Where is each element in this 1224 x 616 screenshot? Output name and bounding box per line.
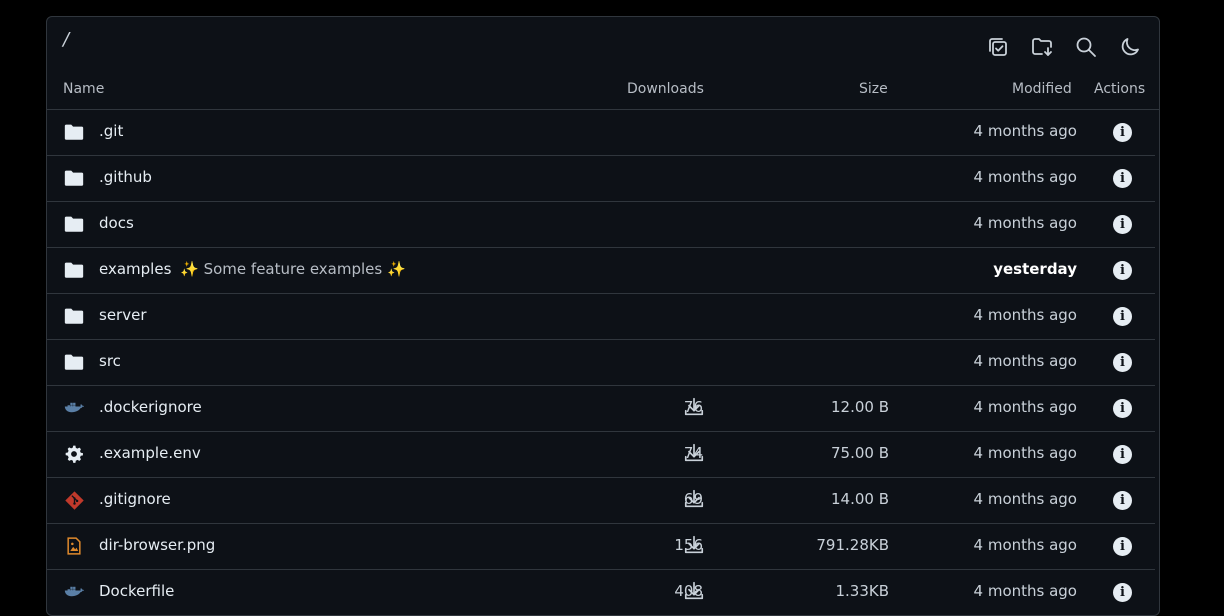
entry-name: .example.env [99,444,201,462]
entry-name: server [99,306,147,324]
folder-icon [63,305,85,327]
entry-name-link[interactable]: docs [99,214,134,232]
entry-name-link[interactable]: .dockerignore [99,398,202,416]
info-icon[interactable]: i [1113,583,1132,602]
entry-name: docs [99,214,134,232]
entry-name: src [99,352,121,370]
folder-row[interactable]: .git 4 months ago i [47,110,1155,156]
info-icon[interactable]: i [1113,215,1132,234]
modified-time: 4 months ago [973,536,1077,554]
file-row[interactable]: .dockerignore 76 12.00 B4 months ago i [47,386,1155,432]
entry-name-link[interactable]: .github [99,168,152,186]
entry-name: Dockerfile [99,582,175,600]
folder-download-icon[interactable] [1025,30,1059,64]
toolbar-actions [981,30,1147,64]
entry-name-link[interactable]: Dockerfile [99,582,174,600]
modified-time: 4 months ago [973,122,1077,140]
docker-icon [63,397,85,419]
file-size: 791.28KB [816,536,889,554]
select-multiple-icon[interactable] [981,30,1015,64]
modified-time: 4 months ago [973,444,1077,462]
folder-row[interactable]: server 4 months ago i [47,294,1155,340]
modified-time: 4 months ago [973,490,1077,508]
entry-name-link[interactable]: dir-browser.png [99,536,215,554]
file-row[interactable]: Dockerfile 408 1.33KB 4 months ago i [47,570,1155,615]
column-size[interactable]: Size [859,81,888,97]
column-downloads[interactable]: Downloads [627,81,704,97]
entry-name-link[interactable]: src [99,352,121,370]
folder-row[interactable]: docs 4 months ago i [47,202,1155,248]
table-header: Name Downloads Size Modified Actions [47,73,1159,110]
download-icon[interactable] [683,580,705,602]
sparkle-icon: ✨ [382,260,406,278]
info-icon[interactable]: i [1113,261,1132,280]
entry-name: examples [99,260,172,278]
entry-description: ✨ Some feature examples ✨ [175,260,406,278]
docker-icon [63,581,85,603]
file-row[interactable]: .gitignore 69 14.00 B4 months ago i [47,478,1155,524]
file-row[interactable]: dir-browser.png 156 791.28KB 4 months ago i [47,524,1155,570]
column-name[interactable]: Name [63,81,104,97]
info-icon[interactable]: i [1113,353,1132,372]
folder-icon [63,259,85,281]
info-icon[interactable]: i [1113,537,1132,556]
entry-name-link[interactable]: .example.env [99,444,201,462]
entry-name-link[interactable]: .gitignore [99,490,171,508]
file-list: .git 4 months ago i .github 4 months ago i doc… [47,110,1159,615]
entry-name-link[interactable]: examples ✨ Some feature examples ✨ [99,260,406,278]
entry-name: .gitignore [99,490,171,508]
folder-row[interactable]: examples ✨ Some feature examples ✨ yeste… [47,248,1155,294]
modified-time: 4 months ago [973,306,1077,324]
download-icon[interactable] [683,396,705,418]
folder-row[interactable]: .github 4 months ago i [47,156,1155,202]
search-icon[interactable] [1069,30,1103,64]
column-actions: Actions [1094,81,1146,97]
folder-icon [63,121,85,143]
entry-name: .github [99,168,152,186]
file-browser-panel: / Name Downloads Size Modified Actions .… [46,16,1160,616]
entry-name: dir-browser.png [99,536,216,554]
file-row[interactable]: .example.env 74 75.00 B4 months ago i [47,432,1155,478]
entry-name-link[interactable]: server [99,306,146,324]
folder-icon [63,213,85,235]
modified-time: 4 months ago [973,398,1077,416]
sparkle-icon: ✨ [175,260,204,278]
modified-time: 4 months ago [973,582,1077,600]
file-size: 1.33KB [835,582,889,600]
folder-icon [63,167,85,189]
git-icon [63,489,85,511]
info-icon[interactable]: i [1113,445,1132,464]
folder-row[interactable]: src 4 months ago i [47,340,1155,386]
entry-description-text: Some feature examples [203,260,383,278]
gear-icon [63,443,85,465]
moon-icon[interactable] [1113,30,1147,64]
folder-icon [63,351,85,373]
download-icon[interactable] [683,488,705,510]
info-icon[interactable]: i [1113,491,1132,510]
image-icon [63,535,85,557]
download-icon[interactable] [683,534,705,556]
column-modified[interactable]: Modified [1012,81,1072,97]
info-icon[interactable]: i [1113,123,1132,142]
modified-time: yesterday [993,260,1077,278]
breadcrumb[interactable]: / [63,29,69,50]
file-size: 12.00 B [830,398,889,416]
entry-name: .git [99,122,124,140]
entry-name-link[interactable]: .git [99,122,123,140]
file-size: 75.00 B [830,444,889,462]
modified-time: 4 months ago [973,352,1077,370]
entry-name: .dockerignore [99,398,202,416]
download-icon[interactable] [683,442,705,464]
info-icon[interactable]: i [1113,169,1132,188]
modified-time: 4 months ago [973,214,1077,232]
toolbar: / [47,17,1159,73]
info-icon[interactable]: i [1113,399,1132,418]
info-icon[interactable]: i [1113,307,1132,326]
modified-time: 4 months ago [973,168,1077,186]
file-size: 14.00 B [830,490,889,508]
